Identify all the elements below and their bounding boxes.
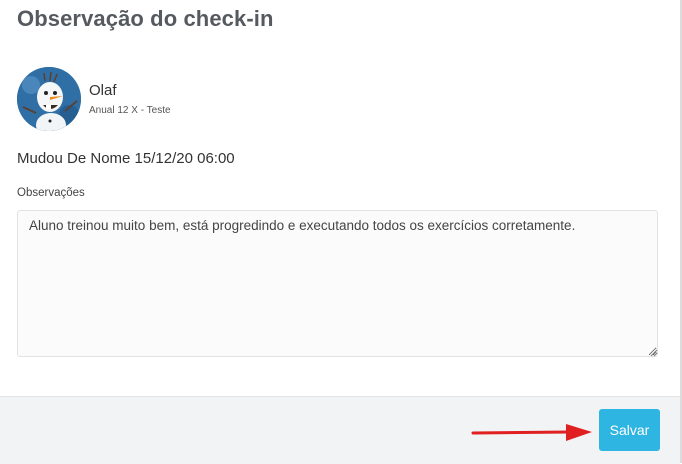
- observations-textarea[interactable]: Aluno treinou muito bem, está progredind…: [17, 210, 658, 357]
- red-arrow-icon: [471, 424, 592, 441]
- modal-title: Observação do check-in: [17, 6, 274, 31]
- student-name: Olaf: [89, 82, 117, 99]
- checkin-info: Mudou De Nome 15/12/20 06:00: [17, 150, 235, 167]
- student-plan: Anual 12 X - Teste: [89, 105, 171, 116]
- student-avatar: [17, 67, 81, 131]
- save-button[interactable]: Salvar: [599, 409, 660, 451]
- olaf-avatar-icon: [17, 67, 81, 131]
- resize-grip-icon[interactable]: [648, 347, 658, 357]
- observations-label: Observações: [17, 187, 85, 199]
